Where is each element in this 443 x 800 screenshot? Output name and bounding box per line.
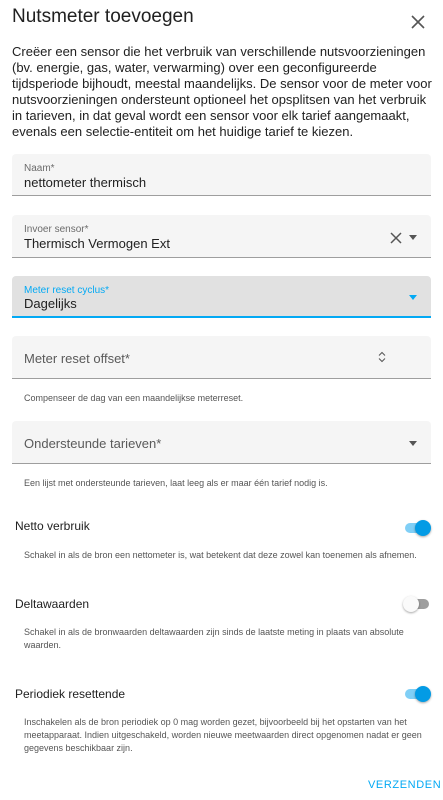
- delta-values-switch[interactable]: [403, 596, 431, 612]
- clear-button[interactable]: [390, 231, 402, 244]
- tariffs-helper: Een lijst met ondersteunde tarieven, laa…: [24, 478, 328, 488]
- delta-values-label: Deltawaarden: [15, 597, 90, 611]
- name-field-value: nettometer thermisch: [24, 175, 147, 190]
- chevron-down-icon[interactable]: [409, 441, 417, 446]
- periodic-reset-switch[interactable]: [403, 686, 431, 702]
- delta-values-helper: Schakel in als de bronwaarden deltawaard…: [24, 627, 404, 650]
- name-field[interactable]: Naam* nettometer thermisch: [12, 154, 431, 196]
- net-consumption-helper: Schakel in als de bron een nettometer is…: [24, 550, 417, 560]
- reset-offset-input[interactable]: Meter reset offset*: [12, 336, 431, 379]
- tariffs-placeholder: Ondersteunde tarieven*: [24, 436, 162, 451]
- chevron-down-icon[interactable]: [409, 235, 417, 240]
- input-sensor-label: Invoer sensor*: [24, 224, 89, 235]
- clear-icon: [390, 232, 402, 244]
- tariffs-select[interactable]: Ondersteunde tarieven*: [12, 421, 431, 464]
- reset-cycle-label: Meter reset cyclus*: [24, 285, 110, 296]
- close-icon: [411, 15, 425, 29]
- net-consumption-label: Netto verbruik: [15, 519, 90, 533]
- name-field-label: Naam*: [24, 163, 55, 174]
- reset-cycle-value: Dagelijks: [24, 296, 77, 311]
- periodic-reset-helper: Inschakelen als de bron periodiek op 0 m…: [24, 717, 422, 753]
- net-consumption-switch[interactable]: [403, 520, 431, 536]
- dialog-description: Creëer een sensor die het verbruik van v…: [12, 44, 432, 139]
- dialog-title: Nutsmeter toevoegen: [12, 6, 194, 27]
- number-stepper[interactable]: [378, 350, 386, 363]
- periodic-reset-label: Periodiek resettende: [15, 687, 126, 701]
- stepper-icon: [378, 351, 386, 363]
- submit-button[interactable]: VERZENDEN: [368, 779, 441, 791]
- reset-offset-placeholder: Meter reset offset*: [24, 351, 130, 366]
- reset-offset-helper: Compenseer de dag van een maandelijkse m…: [24, 393, 244, 403]
- chevron-down-icon[interactable]: [409, 295, 417, 300]
- input-sensor-value: Thermisch Vermogen Ext: [24, 236, 170, 251]
- reset-cycle-select[interactable]: Meter reset cyclus* Dagelijks: [12, 276, 431, 318]
- close-button[interactable]: [406, 10, 430, 34]
- input-sensor-select[interactable]: Invoer sensor* Thermisch Vermogen Ext: [12, 215, 431, 258]
